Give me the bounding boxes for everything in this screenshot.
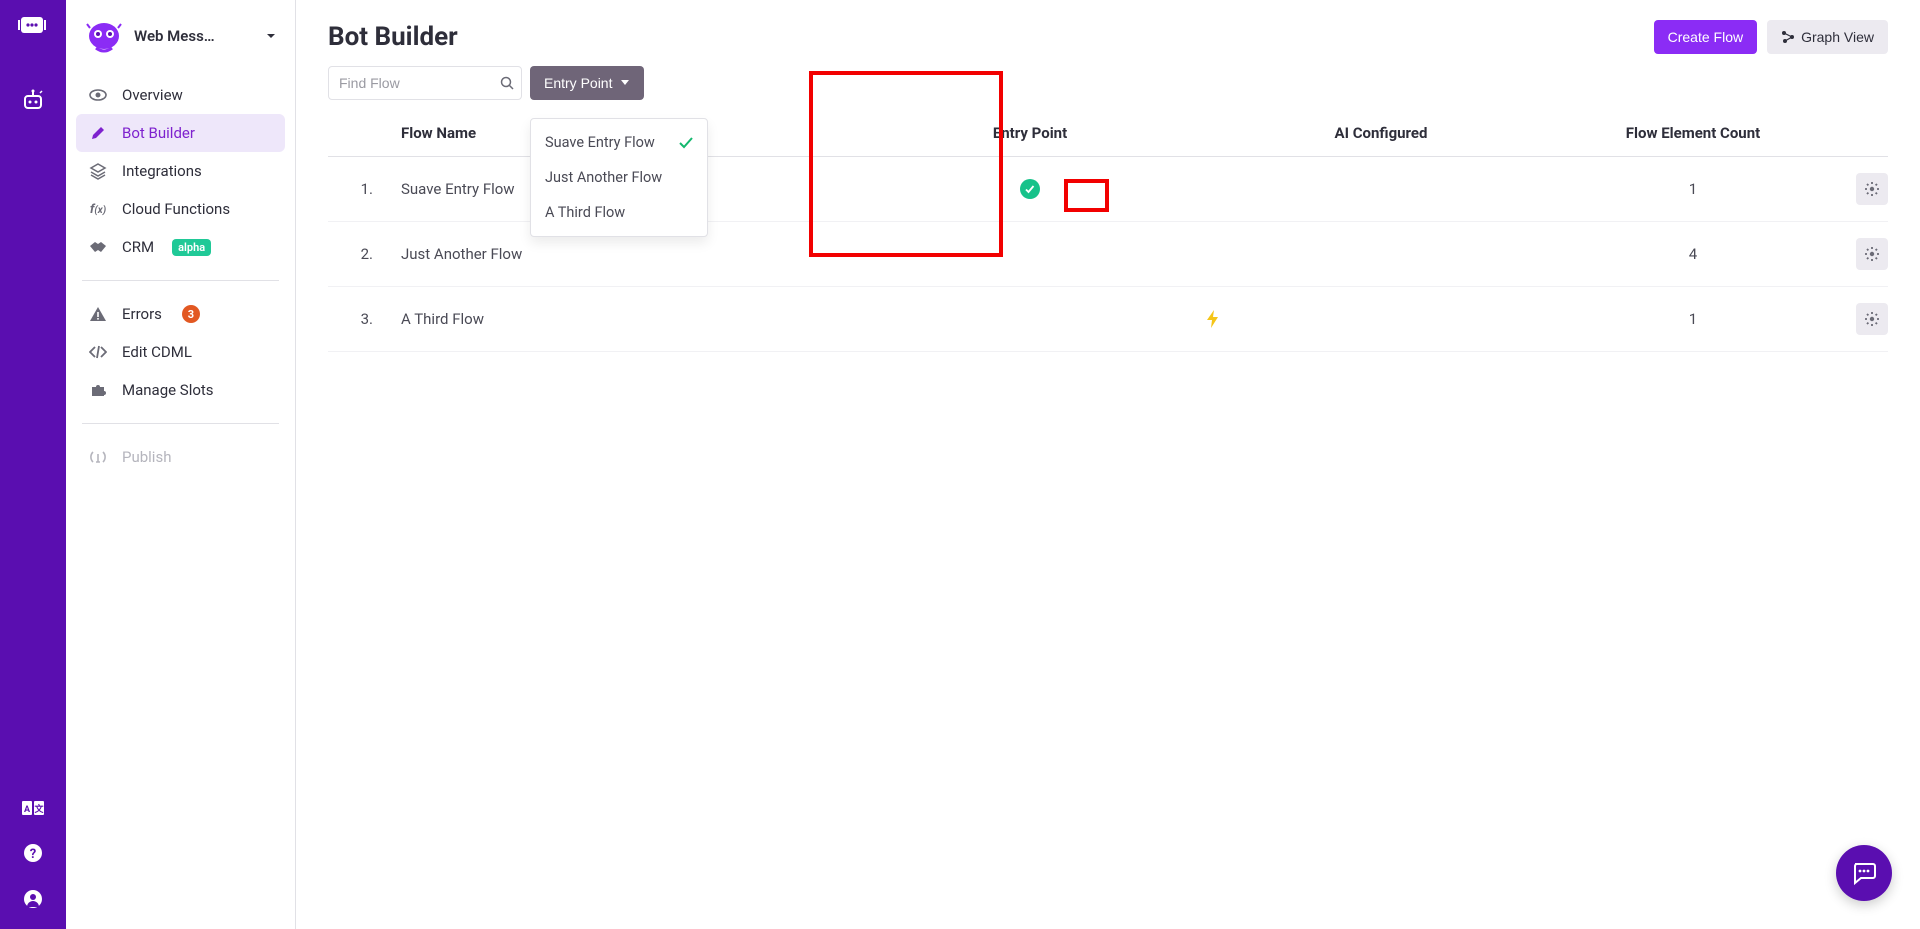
dropdown-item-label: A Third Flow [545,204,625,221]
code-icon [88,345,108,359]
translate-icon[interactable]: A 文 [22,799,44,817]
dropdown-item-label: Suave Entry Flow [545,134,655,151]
sidebar-item-label: CRM [122,238,154,256]
sidebar-item-publish: Publish [76,438,285,476]
check-icon [679,137,693,149]
chat-bubble-icon[interactable] [18,14,48,40]
sidebar: Web Mess… Overview Bot Builder Integrati… [66,0,296,929]
svg-text:?: ? [30,847,36,862]
nav-divider [82,280,279,281]
row-count: 4 [1563,222,1823,287]
chevron-down-icon [265,30,277,42]
broadcast-icon [88,449,108,465]
find-flow-input[interactable] [328,66,522,100]
entry-point-dropdown-button[interactable]: Entry Point [530,66,644,100]
nav-divider [82,423,279,424]
alpha-badge: alpha [172,239,211,256]
sidebar-item-label: Bot Builder [122,124,195,142]
handshake-icon [88,240,108,254]
table-row[interactable]: 3. A Third Flow 1 [328,287,1888,352]
sidebar-item-manage-slots[interactable]: Manage Slots [76,371,285,409]
sidebar-item-label: Overview [122,86,183,104]
svg-text:A: A [24,805,31,815]
bot-name: Web Mess… [134,27,255,45]
help-icon[interactable]: ? [23,843,43,863]
bot-selector[interactable]: Web Mess… [66,8,295,72]
row-count: 1 [1563,287,1823,352]
sidebar-item-label: Integrations [122,162,202,180]
warning-icon [88,306,108,322]
bot-avatar-icon [84,16,124,56]
row-index: 3. [328,287,393,352]
app-rail: A 文 ? [0,0,66,929]
nav-tertiary: Publish [66,434,295,480]
page-title: Bot Builder [328,22,458,52]
dropdown-item-just-another-flow[interactable]: Just Another Flow [531,160,707,195]
sidebar-item-label: Manage Slots [122,381,214,399]
main-content: Bot Builder Create Flow Graph View Entry… [296,0,1920,929]
dropdown-item-suave-entry-flow[interactable]: Suave Entry Flow [531,125,707,160]
sidebar-item-label: Errors [122,305,162,323]
create-flow-button[interactable]: Create Flow [1654,20,1757,54]
row-index: 1. [328,157,393,222]
entry-point-check-icon [1020,179,1040,199]
eye-icon [88,86,108,104]
column-header-ai: AI Configured [1199,110,1563,157]
sidebar-item-label: Cloud Functions [122,200,230,218]
pencil-icon [88,125,108,141]
graph-icon [1781,30,1795,44]
row-index: 2. [328,222,393,287]
graph-view-button[interactable]: Graph View [1767,20,1888,54]
sidebar-item-integrations[interactable]: Integrations [76,152,285,190]
entry-point-dropdown-menu: Suave Entry Flow Just Another Flow A Thi… [530,118,708,237]
svg-text:文: 文 [33,803,44,815]
ai-bolt-icon [1207,310,1555,328]
chat-fab[interactable] [1836,845,1892,901]
row-count: 1 [1563,157,1823,222]
caret-down-icon [620,79,630,87]
sidebar-item-bot-builder[interactable]: Bot Builder [76,114,285,152]
graph-view-label: Graph View [1801,29,1874,45]
puzzle-icon [88,381,108,399]
user-icon[interactable] [23,889,43,909]
nav-secondary: Errors 3 Edit CDML Manage Slots [66,291,295,413]
sidebar-item-edit-cdml[interactable]: Edit CDML [76,333,285,371]
sidebar-item-label: Edit CDML [122,343,192,361]
sidebar-item-crm[interactable]: CRM alpha [76,228,285,266]
dropdown-item-a-third-flow[interactable]: A Third Flow [531,195,707,230]
column-header-count: Flow Element Count [1563,110,1823,157]
robot-icon[interactable] [20,88,46,114]
column-header-entry: Entry Point [861,110,1199,157]
nav-primary: Overview Bot Builder Integrations f(x) C… [66,72,295,270]
sidebar-item-errors[interactable]: Errors 3 [76,295,285,333]
error-count-badge: 3 [182,305,200,323]
row-settings-button[interactable] [1856,173,1888,205]
sidebar-item-cloud-functions[interactable]: f(x) Cloud Functions [76,190,285,228]
entry-point-label: Entry Point [544,75,612,91]
sidebar-item-overview[interactable]: Overview [76,76,285,114]
row-name: A Third Flow [393,287,861,352]
sidebar-item-label: Publish [122,448,171,466]
dropdown-item-label: Just Another Flow [545,169,662,186]
layers-icon [88,162,108,180]
row-settings-button[interactable] [1856,303,1888,335]
function-icon: f(x) [88,202,108,217]
row-settings-button[interactable] [1856,238,1888,270]
